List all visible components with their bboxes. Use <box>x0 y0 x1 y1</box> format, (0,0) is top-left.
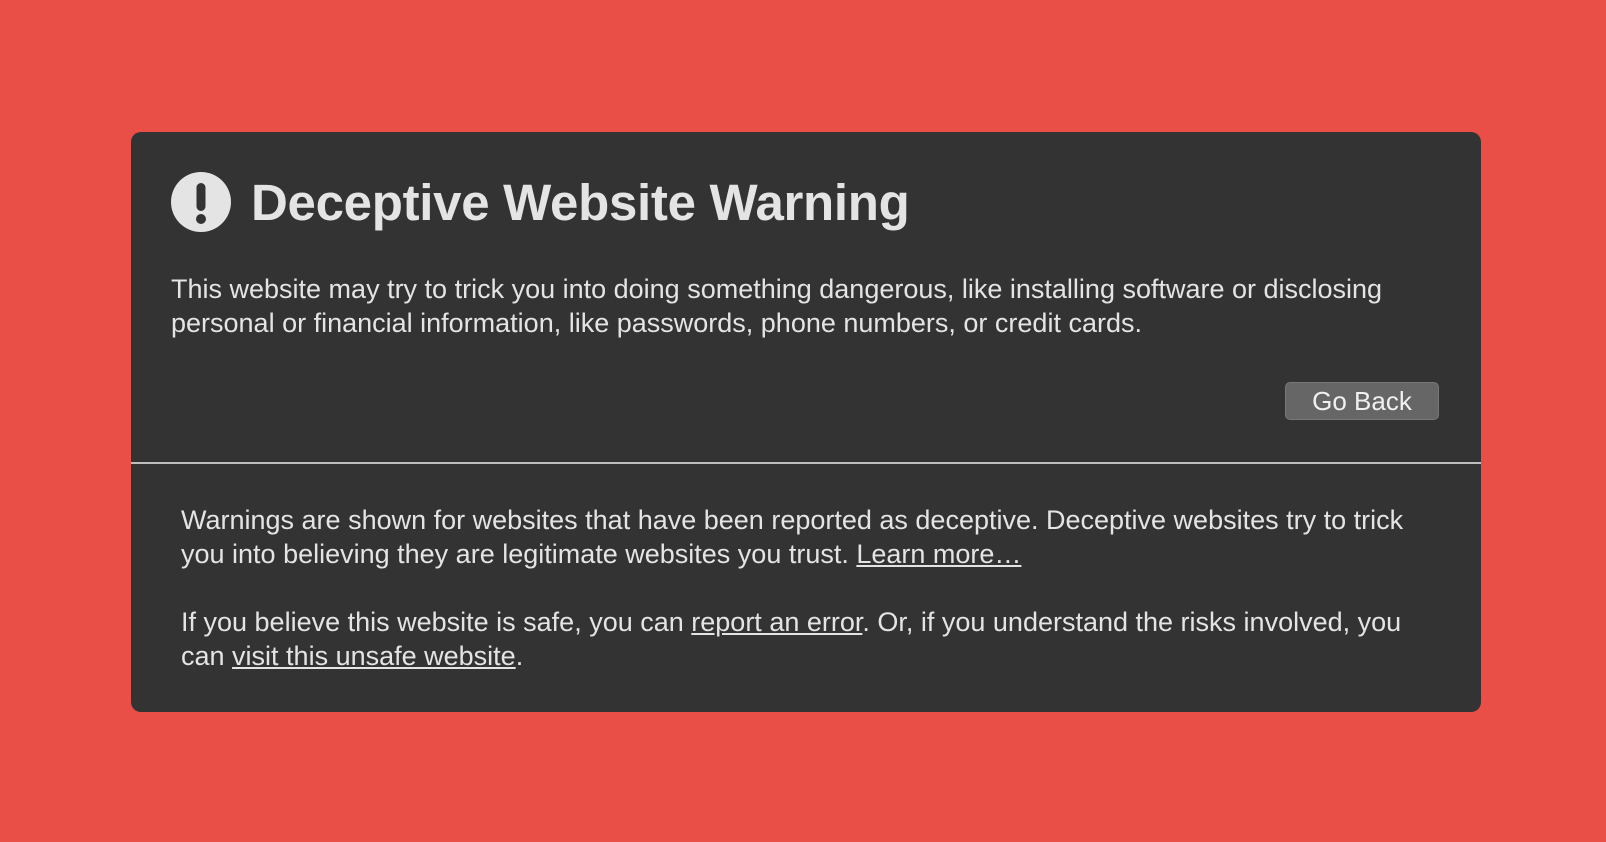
title-row: Deceptive Website Warning <box>171 172 910 232</box>
options-text-a: If you believe this website is safe, you… <box>181 607 692 637</box>
warning-header-section: Deceptive Website Warning This website m… <box>131 132 1481 463</box>
warning-description: This website may try to trick you into d… <box>171 274 1383 338</box>
exclamation-circle-icon <box>171 172 231 232</box>
learn-more-link[interactable]: Learn more… <box>856 539 1021 569</box>
report-error-link[interactable]: report an error <box>691 607 862 637</box>
page-title: Deceptive Website Warning <box>251 173 910 231</box>
visit-unsafe-website-link[interactable]: visit this unsafe website <box>232 641 516 671</box>
options-paragraph: If you believe this website is safe, you… <box>181 605 1441 673</box>
details-section: Warnings are shown for websites that hav… <box>181 503 1441 673</box>
details-paragraph: Warnings are shown for websites that hav… <box>181 503 1441 571</box>
warning-card: Deceptive Website Warning This website m… <box>131 132 1481 712</box>
divider <box>131 462 1481 464</box>
details-text: Warnings are shown for websites that hav… <box>181 505 1404 569</box>
go-back-button[interactable]: Go Back <box>1285 382 1439 420</box>
options-text-c: . <box>515 641 524 671</box>
